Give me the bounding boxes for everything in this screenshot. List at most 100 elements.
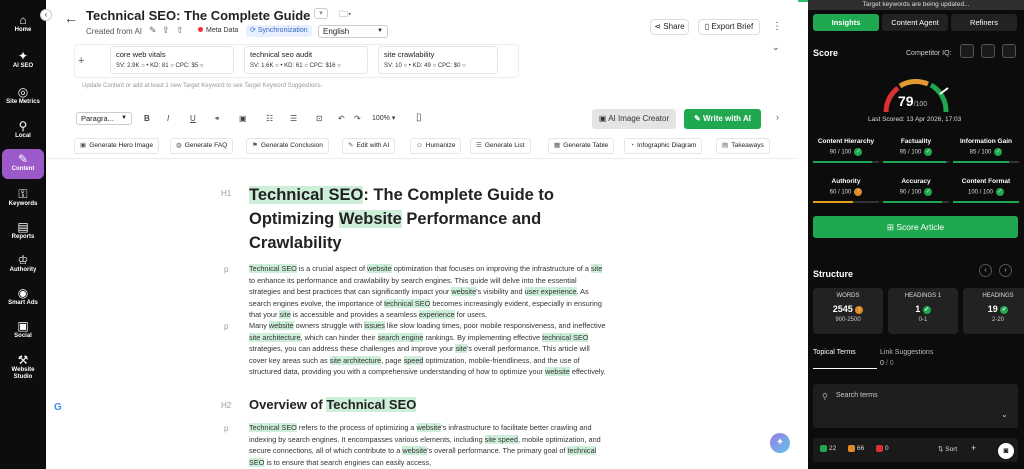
generate-hero-image-button[interactable]: ▣ Generate Hero Image [74,138,160,154]
folder-icon[interactable]: 🗀▾ [339,7,351,23]
keyword-card[interactable]: technical seo audit SV: 1.6K ○ • KD: 61 ○… [244,46,368,74]
link-icon[interactable]: ⚭ [214,114,221,123]
active-tab-underline [813,368,877,369]
structure-next-icon[interactable]: › [999,264,1012,277]
link-count-value: 0 [880,360,884,367]
italic-icon[interactable]: I [167,114,169,123]
nav-item-smart-ads[interactable]: ◉ Smart Ads [2,283,44,315]
back-arrow-icon[interactable]: ← [64,10,78,26]
zoom-select[interactable]: 100% ▾ [372,114,395,122]
humanize-button[interactable]: ☺ Humanize [410,138,462,154]
paragraph-1[interactable]: Technical SEO is a crucial aspect of web… [249,263,609,321]
meta-data-button[interactable]: Meta Data [198,27,238,34]
generate-faq-button[interactable]: ◍ Generate FAQ [170,138,234,154]
more-options-icon[interactable]: ⋮ [772,21,782,32]
add-term-icon[interactable]: + [971,443,976,453]
search-terms-box[interactable] [813,384,1018,428]
redo-icon[interactable]: ↷ [354,114,361,123]
keyword-card[interactable]: core web vitals SV: 2.9K ○ • KD: 81 ○ CPC… [110,46,234,74]
paragraph-style-select[interactable]: Paragra... ▼ [76,112,132,125]
paragraph-text: 's visibility and [476,287,525,297]
tab-content-agent[interactable]: Content Agent [882,14,948,31]
nav-item-local[interactable]: ⚲ Local [2,116,44,146]
status-dropdown[interactable]: ▾ [314,8,328,19]
upload-icon[interactable]: ⇧ [176,25,184,36]
nav-item-authority[interactable]: ♔ Authority [2,250,44,282]
share-button[interactable]: ⋖ Share [650,19,689,35]
ordered-list-icon[interactable]: ☷ [266,114,273,123]
red-count[interactable]: 0 [876,445,889,452]
nav-collapse-icon[interactable]: ‹ [40,9,52,21]
competitor-slot[interactable] [981,44,995,58]
tab-topical-terms[interactable]: Topical Terms [813,349,856,356]
image-icon[interactable]: ▣ [239,114,247,123]
export-brief-button[interactable]: ▯ Export Brief [698,19,760,35]
competitor-slot[interactable] [960,44,974,58]
article-h2[interactable]: Overview of Technical SEO [249,397,417,412]
write-with-ai-button[interactable]: ✎ Write with AI [684,109,761,129]
nav-item-home[interactable]: ⌂ Home [2,10,44,40]
metric-bar [953,161,1019,163]
nav-item-reports[interactable]: ▤ Reports [2,217,44,247]
competitor-slot[interactable] [1002,44,1016,58]
edit-with-ai-button[interactable]: ✎ Edit with AI [342,138,396,154]
social-icon: ▣ [17,319,29,333]
sort-label: Sort [945,446,958,453]
orange-count[interactable]: 66 [848,445,864,452]
generate-hero-image-label: Generate Hero Image [89,142,154,149]
edit-icon[interactable]: ✎ [149,25,157,36]
tab-link-suggestions[interactable]: Link Suggestions [880,349,933,356]
add-keyword-icon[interactable]: + [78,55,84,67]
generate-conclusion-button[interactable]: ⚑ Generate Conclusion [246,138,329,154]
generate-list-button[interactable]: ☰ Generate List [470,138,531,154]
score-article-button[interactable]: ⊞ Score Article [813,216,1018,238]
nav-item-site-metrics[interactable]: ◎ Site Metrics [2,82,44,114]
ai-image-creator-button[interactable]: ▣ AI Image Creator [592,109,676,129]
paragraph-text: , which can hinder their [300,332,378,342]
paragraph-text: rankings. By implementing effective [423,332,543,342]
nav-item-keywords[interactable]: ⚿ Keywords [2,184,44,214]
bold-icon[interactable]: B [144,114,150,123]
document-icon[interactable]: ▯ [416,112,422,123]
p-tag: p [224,265,229,274]
smart-ads-icon: ◉ [17,286,29,300]
structure-value: 2545 ↑ [813,304,883,314]
h1-tag: H1 [221,189,232,198]
tab-refiners[interactable]: Refiners [951,14,1017,31]
nav-item-content[interactable]: ✎ Content [2,149,44,179]
sync-badge[interactable]: ⟳ Synchronization [246,25,312,37]
structure-prev-icon[interactable]: ‹ [979,264,992,277]
embed-icon[interactable]: ⊡ [316,114,323,123]
check-icon: ✓ [922,305,931,314]
nav-item-website-studio[interactable]: ⚒ Website Studio [2,350,44,382]
search-terms-input[interactable]: Search terms [836,392,878,399]
humanize-icon: ☺ [416,142,423,149]
metric-name: Accuracy [901,178,931,185]
toolbar-next-icon[interactable]: › [776,112,779,122]
article-h1[interactable]: Technical SEO: The Complete Guide to Opt… [249,183,579,255]
paragraph-text: , page [381,355,404,365]
paragraph-2[interactable]: Many website owners struggle with issues… [249,320,609,378]
nav-item-ai-seo[interactable]: ✦ AI SEO [2,46,44,76]
share-out-icon[interactable]: ⇪ [162,25,170,36]
undo-icon[interactable]: ↶ [338,114,345,123]
underline-icon[interactable]: U [190,114,196,123]
language-select[interactable]: English ▼ [318,25,388,38]
infographic-diagram-button[interactable]: ◔ Infographic Diagram [624,138,703,154]
paragraph-3[interactable]: Technical SEO refers to the process of o… [249,422,609,468]
ai-sparkle-icon[interactable]: ✦ [770,433,790,453]
green-count[interactable]: 22 [820,445,836,452]
sort-button[interactable]: ⇅ Sort [938,445,957,453]
takeaways-button[interactable]: ▤ Takeaways [716,138,770,154]
keyword-card[interactable]: site crawlability SV: 10 ○ • KD: 49 ○ CPC… [378,46,498,74]
chevron-down-icon[interactable]: ⌄ [1001,410,1008,419]
tab-insights[interactable]: Insights [813,14,879,31]
collapse-chevrons-icon[interactable]: ⌄ [772,42,780,53]
chat-avatar-icon[interactable]: ◙ [998,443,1014,459]
bullet-list-icon[interactable]: ☰ [290,114,297,123]
metric-bar-fill [813,201,853,203]
nav-item-social[interactable]: ▣ Social [2,316,44,346]
document-title[interactable]: Technical SEO: The Complete Guide [86,8,310,23]
generate-table-button[interactable]: ▦ Generate Table [548,138,615,154]
google-icon: G [54,402,62,413]
